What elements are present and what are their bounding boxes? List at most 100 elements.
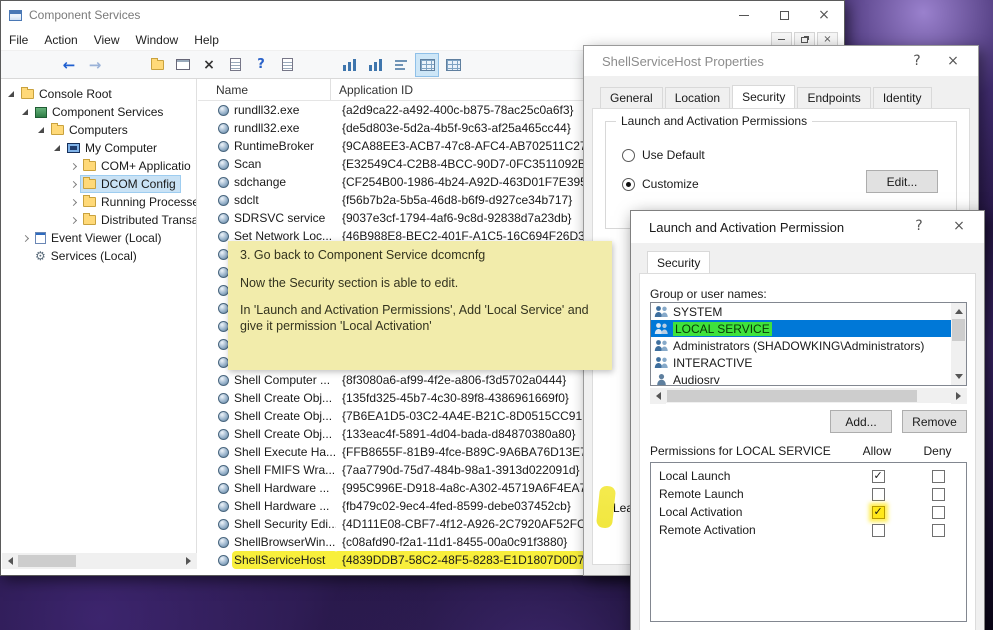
back-icon[interactable]: ← — [57, 53, 81, 77]
menu-window[interactable]: Window — [128, 31, 187, 49]
column-header-name[interactable]: Name — [198, 79, 331, 100]
list-view-icon[interactable] — [389, 53, 413, 77]
grid-view-icon[interactable] — [441, 53, 465, 77]
edit-button[interactable]: Edit... — [866, 170, 938, 193]
tree-item-event-viewer[interactable]: Event Viewer (Local) — [2, 229, 196, 247]
status-view-icon[interactable] — [337, 53, 361, 77]
tab-endpoints[interactable]: Endpoints — [797, 87, 871, 108]
forward-icon[interactable]: → — [83, 53, 107, 77]
delete-icon[interactable]: × — [197, 53, 221, 77]
customize-radio[interactable] — [622, 177, 635, 191]
menu-file[interactable]: File — [1, 31, 36, 49]
tree-item-my-computer[interactable]: My Computer — [2, 139, 196, 157]
scroll-left-icon[interactable] — [650, 387, 666, 404]
deny-checkbox-local-launch[interactable] — [932, 469, 945, 483]
scroll-left-icon[interactable] — [2, 553, 18, 569]
permission-row-local-activation[interactable]: Local Activation — [651, 503, 966, 521]
folder-icon — [83, 177, 96, 189]
deny-checkbox-remote-launch[interactable] — [932, 487, 945, 501]
remove-button[interactable]: Remove — [902, 410, 967, 433]
menu-action[interactable]: Action — [36, 31, 85, 49]
tree-item-com-applications[interactable]: COM+ Applicatio — [2, 157, 196, 175]
maximize-button[interactable] — [764, 1, 804, 29]
use-default-radio[interactable] — [622, 148, 635, 162]
scroll-up-icon[interactable] — [951, 303, 966, 318]
tree-item-services[interactable]: ⚙ Services (Local) — [2, 247, 196, 265]
allow-checkbox-remote-launch[interactable] — [871, 487, 885, 501]
add-button[interactable]: Add... — [830, 410, 892, 433]
allow-checkbox-local-launch[interactable] — [871, 469, 885, 483]
dialog-title-bar[interactable]: Launch and Activation Permission ? × — [631, 211, 984, 243]
tree-item-dcom-config[interactable]: DCOM Config — [2, 175, 196, 193]
tab-security[interactable]: Security — [732, 85, 796, 108]
user-entry-audiosrv[interactable]: Audiosrv — [651, 371, 951, 386]
allow-checkbox-local-activation[interactable] — [871, 505, 885, 519]
user-entry-local-service[interactable]: LOCAL SERVICE — [651, 320, 951, 337]
scroll-right-icon[interactable] — [951, 387, 967, 404]
tree-item-running-processes[interactable]: Running Processe — [2, 193, 196, 211]
dcom-app-icon — [218, 500, 229, 512]
component-services-icon — [35, 106, 47, 118]
expander-icon[interactable] — [20, 234, 30, 242]
permission-row-remote-activation[interactable]: Remote Activation — [651, 521, 966, 539]
show-console-tree-icon[interactable] — [171, 53, 195, 77]
tab-location[interactable]: Location — [664, 87, 731, 108]
scrollbar-thumb[interactable] — [667, 389, 917, 402]
expander-icon[interactable] — [68, 180, 78, 188]
deny-checkbox-local-activation[interactable] — [932, 505, 945, 519]
expander-icon[interactable] — [6, 91, 16, 97]
scroll-down-icon[interactable] — [951, 370, 966, 385]
tab-identity[interactable]: Identity — [872, 87, 932, 108]
help-icon[interactable]: ? — [249, 53, 273, 77]
folder-icon — [83, 159, 96, 171]
dialog-close-button[interactable]: × — [936, 46, 970, 76]
userlist-horizontal-scrollbar[interactable] — [650, 387, 967, 404]
dialog-close-button[interactable]: × — [942, 211, 976, 241]
user-entry-administrators[interactable]: Administrators (SHADOWKING\Administrator… — [651, 337, 951, 354]
deny-checkbox-remote-activation[interactable] — [932, 523, 945, 537]
detail-view-icon[interactable] — [415, 52, 439, 77]
tree-item-computers[interactable]: Computers — [2, 121, 196, 139]
scrollbar-thumb[interactable] — [952, 319, 965, 341]
expander-icon[interactable] — [68, 198, 78, 206]
permission-row-remote-launch[interactable]: Remote Launch — [651, 485, 966, 503]
scrollbar-thumb[interactable] — [18, 555, 76, 567]
tree-item-console-root[interactable]: Console Root — [2, 85, 196, 103]
tree-item-distributed-transaction[interactable]: Distributed Transa — [2, 211, 196, 229]
bar-chart-view-icon[interactable] — [363, 53, 387, 77]
permission-row-local-launch[interactable]: Local Launch — [651, 467, 966, 485]
expander-icon[interactable] — [68, 162, 78, 170]
title-bar[interactable]: Component Services × — [1, 1, 844, 29]
scroll-right-icon[interactable] — [181, 553, 197, 569]
dcom-app-icon — [218, 176, 229, 188]
expander-icon[interactable] — [52, 145, 62, 151]
column-header-application-id[interactable]: Application ID — [331, 79, 584, 100]
tab-general[interactable]: General — [600, 87, 663, 108]
dialog-title-bar[interactable]: ShellServiceHost Properties ? × — [584, 46, 978, 76]
tree-horizontal-scrollbar[interactable] — [2, 553, 197, 569]
up-one-level-icon[interactable] — [145, 53, 169, 77]
tree-item-component-services[interactable]: Component Services — [2, 103, 196, 121]
properties-icon[interactable] — [223, 53, 247, 77]
export-list-icon[interactable] — [275, 53, 299, 77]
expander-icon[interactable] — [20, 109, 30, 115]
expander-icon[interactable] — [68, 216, 78, 224]
expander-icon[interactable] — [36, 127, 46, 133]
menu-view[interactable]: View — [86, 31, 128, 49]
use-default-radio-row[interactable]: Use Default — [622, 148, 705, 162]
tree-label: Event Viewer (Local) — [51, 231, 162, 245]
permissions-listbox: Local Launch Remote Launch Local Activat… — [650, 462, 967, 622]
user-entry-system[interactable]: SYSTEM — [651, 303, 951, 320]
userlist-vertical-scrollbar[interactable] — [951, 303, 966, 385]
dialog-help-button[interactable]: ? — [902, 211, 936, 241]
tree-label: Running Processe — [101, 195, 197, 209]
user-entry-label: Audiosrv — [673, 372, 720, 386]
menu-help[interactable]: Help — [186, 31, 227, 49]
user-entry-interactive[interactable]: INTERACTIVE — [651, 354, 951, 371]
customize-radio-row[interactable]: Customize — [622, 177, 699, 191]
minimize-button[interactable] — [724, 1, 764, 29]
close-button[interactable]: × — [804, 1, 844, 29]
allow-checkbox-remote-activation[interactable] — [871, 523, 885, 537]
tab-security[interactable]: Security — [647, 251, 711, 273]
dialog-help-button[interactable]: ? — [900, 46, 934, 76]
